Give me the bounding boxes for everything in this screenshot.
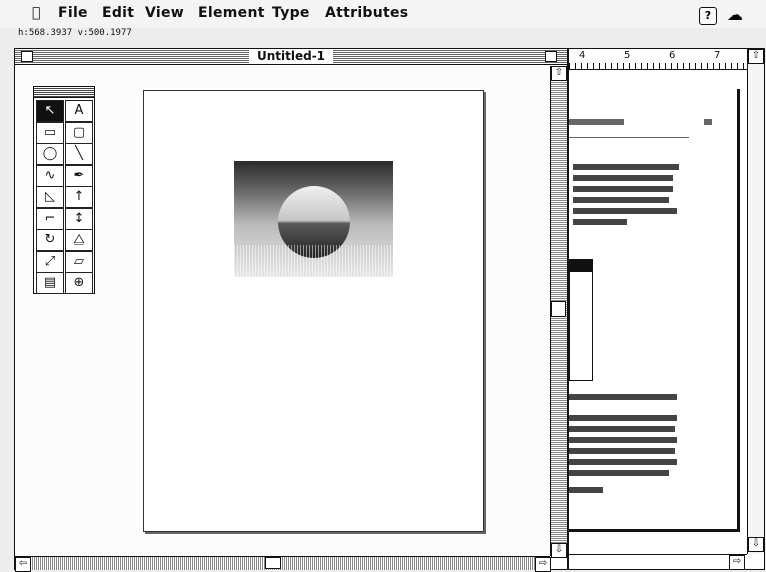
menu-bar:  File Edit View Element Type Attributes… — [0, 0, 766, 28]
menu-edit[interactable]: Edit — [102, 5, 134, 21]
ruler-label: 5 — [624, 50, 631, 61]
horizontal-ruler: 4 5 6 7 — [569, 49, 747, 70]
scroll-right-arrow-icon[interactable]: ⇨ — [535, 557, 551, 572]
application-icon[interactable]: ☁ — [727, 7, 743, 23]
text-block — [573, 175, 673, 181]
rule-line — [569, 137, 689, 138]
menu-attributes[interactable]: Attributes — [325, 5, 408, 21]
rounded-rectangle-tool[interactable]: ▢ — [65, 121, 93, 144]
secondary-window: 4 5 6 7 ⇧ ⇩ ⇨ — [568, 48, 765, 570]
reflect-tool[interactable]: ⧋ — [65, 229, 93, 251]
page-boundary — [143, 90, 484, 532]
ruler-label: 7 — [714, 50, 721, 61]
text-block — [569, 487, 603, 493]
scroll-left-arrow-icon[interactable]: ⇦ — [15, 557, 31, 572]
text-block — [569, 119, 624, 125]
text-block — [569, 394, 677, 400]
text-block — [569, 470, 669, 476]
dither-band — [234, 245, 393, 277]
window-title-bar[interactable]: Untitled-1 — [15, 49, 567, 65]
text-block — [573, 219, 627, 225]
close-box-icon[interactable] — [21, 51, 33, 62]
palette-title-bar[interactable] — [34, 87, 94, 98]
ruler-label: 4 — [579, 50, 586, 61]
menu-element[interactable]: Element — [198, 5, 265, 21]
text-block — [704, 119, 712, 125]
scroll-down-arrow-icon[interactable]: ⇩ — [748, 537, 764, 552]
drawing-canvas[interactable] — [15, 66, 550, 556]
apple-menu[interactable]:  — [32, 5, 41, 21]
secondary-canvas[interactable] — [569, 71, 740, 551]
horizontal-scroll-thumb[interactable] — [265, 557, 281, 569]
oval-tool[interactable]: ◯ — [36, 143, 64, 165]
pointer-tool[interactable]: ↖ — [36, 100, 64, 122]
scroll-up-arrow-icon[interactable]: ⇧ — [748, 49, 764, 64]
knife-tool[interactable]: ◺ — [36, 186, 64, 208]
line-tool[interactable]: ╲ — [65, 143, 93, 165]
text-block — [569, 448, 675, 454]
vertical-scrollbar[interactable]: ⇧ ⇩ — [550, 66, 567, 558]
right-horizontal-scrollbar[interactable]: ⇨ — [569, 554, 747, 570]
corner-point-tool[interactable]: ↑ — [65, 186, 93, 208]
document-window: Untitled-1 ⇧ ⇩ ⇦ ⇨ ↖ A ▭ ▢ ◯ ╲ ∿ ✒ ◺ ↑ ⌐ ↕ ↻ ⧋ ⤢ ▱ ▤ ⊕ — [14, 48, 568, 572]
text-block — [569, 426, 675, 432]
text-block — [569, 459, 677, 465]
text-tool[interactable]: A — [65, 100, 93, 122]
scale-tool[interactable]: ⤢ — [36, 250, 64, 273]
text-block — [573, 186, 673, 192]
scroll-down-arrow-icon[interactable]: ⇩ — [551, 543, 567, 558]
ruler-label: 6 — [669, 50, 676, 61]
text-block — [569, 437, 677, 443]
window-title: Untitled-1 — [248, 49, 334, 64]
right-vertical-scrollbar[interactable]: ⇧ ⇩ — [747, 49, 764, 554]
rectangle-tool[interactable]: ▭ — [36, 121, 64, 144]
coordinate-readout: h:568.3937 v:500.1977 — [18, 28, 132, 38]
text-block — [569, 415, 677, 421]
page-preview — [569, 89, 740, 532]
rotate-tool[interactable]: ↻ — [36, 229, 64, 251]
toolbox-palette: ↖ A ▭ ▢ ◯ ╲ ∿ ✒ ◺ ↑ ⌐ ↕ ↻ ⧋ ⤢ ▱ ▤ ⊕ — [33, 86, 95, 294]
scroll-right-arrow-icon[interactable]: ⇨ — [729, 555, 745, 570]
text-block — [573, 164, 679, 170]
scroll-up-arrow-icon[interactable]: ⇧ — [551, 66, 567, 81]
trace-tool[interactable]: ▤ — [36, 272, 64, 294]
zoom-tool[interactable]: ⊕ — [65, 272, 93, 294]
text-block — [573, 208, 677, 214]
horizontal-scrollbar[interactable]: ⇦ ⇨ — [15, 556, 551, 572]
zoom-box-icon[interactable] — [545, 51, 557, 62]
image-frame — [569, 259, 593, 381]
freehand-tool[interactable]: ∿ — [36, 164, 64, 187]
vertical-scroll-thumb[interactable] — [551, 301, 566, 317]
pen-tool[interactable]: ✒ — [65, 164, 93, 187]
menu-type[interactable]: Type — [272, 5, 310, 21]
menu-file[interactable]: File — [58, 5, 88, 21]
curve-point-tool[interactable]: ↕ — [65, 207, 93, 230]
connector-tool[interactable]: ⌐ — [36, 207, 64, 230]
help-icon[interactable]: ? — [699, 7, 717, 25]
gradient-sphere-graphic[interactable] — [234, 161, 393, 277]
menu-view[interactable]: View — [145, 5, 184, 21]
text-block — [573, 197, 669, 203]
skew-tool[interactable]: ▱ — [65, 250, 93, 273]
